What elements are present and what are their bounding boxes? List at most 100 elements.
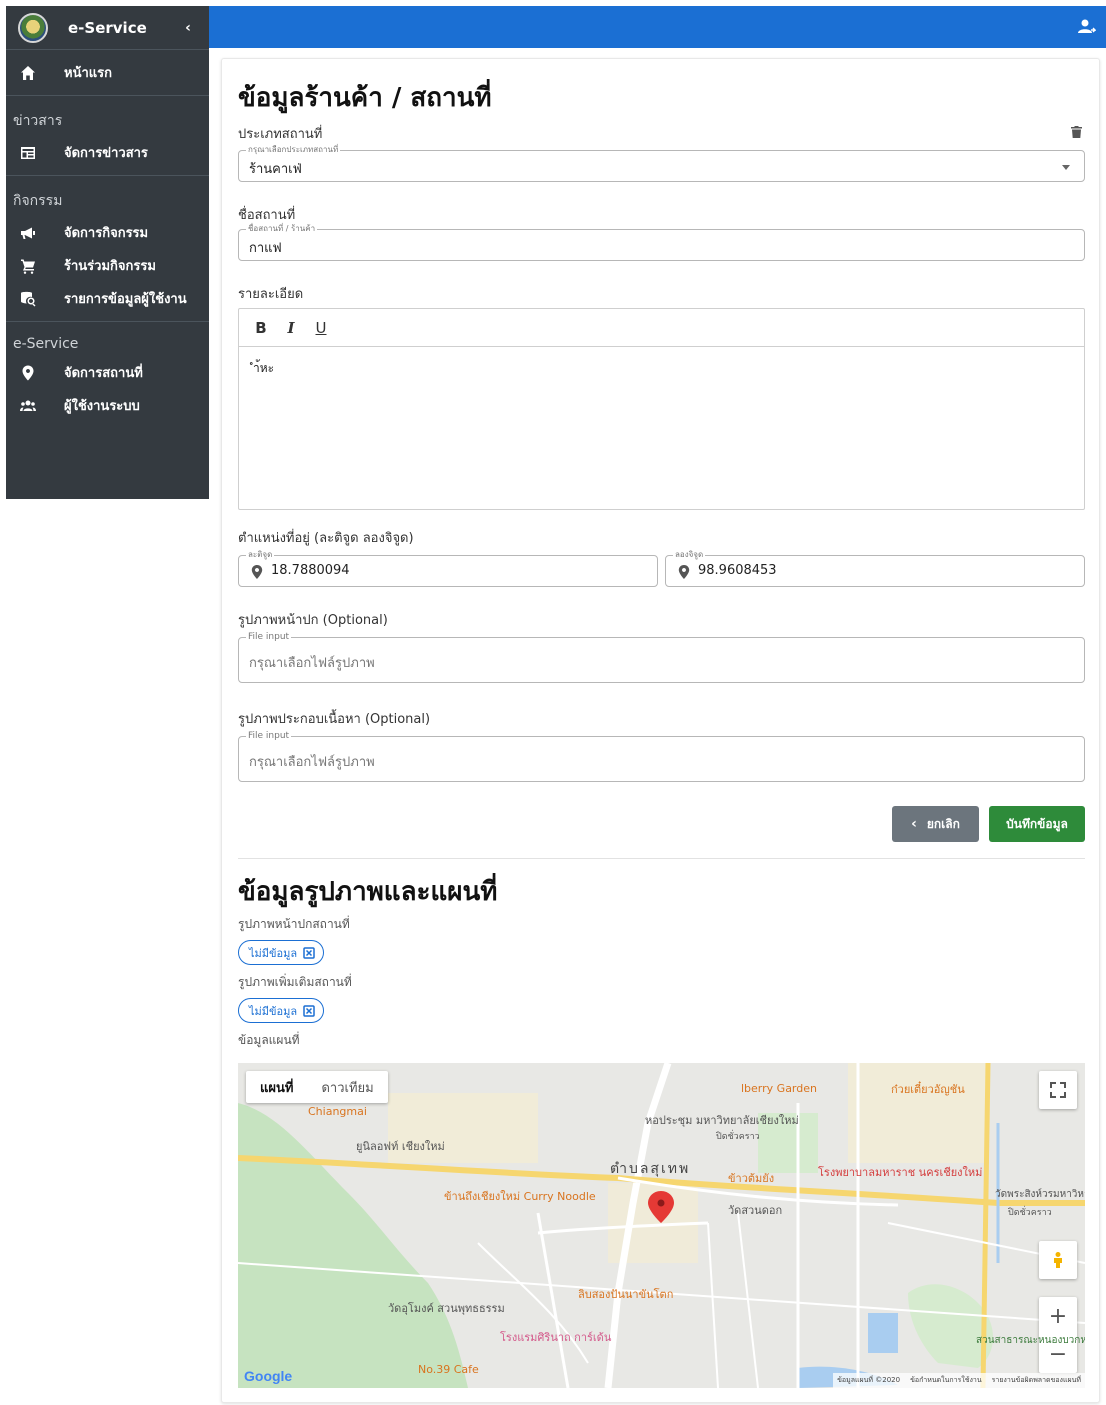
map-label-chiangmai: Chiangmai — [308, 1105, 367, 1118]
place-name-label: ชื่อสถานที่ — [238, 208, 296, 223]
sidebar-item-manage-news[interactable]: จัดการข่าวสาร — [6, 136, 209, 169]
sidebar-item-label: จัดการสถานที่ — [64, 366, 143, 381]
underline-button[interactable]: U — [313, 319, 329, 337]
cover-place-label: รูปภาพหน้าปกสถานที่ — [238, 917, 350, 931]
map-label-suandok: วัดสวนดอก — [728, 1204, 783, 1217]
user-logout-icon[interactable] — [1078, 18, 1097, 36]
map-label-berry: lberry Garden — [741, 1082, 817, 1095]
map-pin-icon — [20, 365, 36, 381]
detail-label: รายละเอียด — [238, 287, 304, 302]
sidebar-collapse-icon[interactable]: ‹ — [179, 20, 197, 36]
nav-header: e-Service — [13, 336, 79, 352]
home-icon — [20, 65, 36, 81]
map-label-curry: ข้านถึงเชียงใหม่ Curry Noodle — [444, 1190, 596, 1203]
sidebar-item-home[interactable]: หน้าแรก — [6, 50, 209, 96]
map-label-subdistrict: ตำบลสุเทพ — [610, 1161, 691, 1177]
map-label-umong: วัดอุโมงค์ สวนพุทธธรรม — [388, 1302, 505, 1315]
google-logo: Google — [244, 1368, 293, 1384]
map-label-hall-sub: ปิดชั่วคราว — [716, 1132, 760, 1142]
megaphone-icon — [20, 225, 36, 241]
nav-group-activity: กิจกรรม จัดการกิจกรรม ร้านร่วมกิจกรรม รา… — [6, 176, 209, 322]
map-label-phrasing: วัดพระสิงห์วรมหาวิหาร — [995, 1189, 1085, 1200]
map-label-cafe: No.39 Cafe — [418, 1363, 479, 1376]
place-type-value: ร้านคาเฟ่ — [249, 162, 302, 177]
extra-empty-chip[interactable]: ไม่มีข้อมูล — [238, 998, 325, 1023]
sidebar-item-label: จัดการข่าวสาร — [64, 146, 148, 161]
users-icon — [20, 398, 36, 414]
map-data-label: ข้อมูลแผนที่ — [238, 1033, 300, 1047]
cart-icon — [20, 258, 36, 274]
sidebar-item-user-data[interactable]: รายการข้อมูลผู้ใช้งาน — [6, 282, 209, 315]
map-label-hall: หอประชุม มหาวิทยาลัยเชียงใหม่ — [645, 1114, 799, 1127]
location-label: ตำแหน่งที่อยู่ (ละติจูด ลองจิจูด) — [238, 531, 414, 546]
map-label-phrasing-sub: ปิดชั่วคราว — [1008, 1208, 1052, 1218]
google-map[interactable]: แผนที่ ดาวเทียม + − Chiangmai lberry Gar… — [238, 1063, 1085, 1388]
sidebar-item-manage-places[interactable]: จัดการสถานที่ — [6, 356, 209, 389]
extra-image-label: รูปภาพเพิ่มเติมสถานที่ — [238, 975, 352, 989]
sidebar-item-label: จัดการกิจกรรม — [64, 226, 149, 241]
cover-image-label: รูปภาพหน้าปก (Optional) — [238, 613, 388, 628]
place-name-value: กาแฟ — [249, 241, 282, 256]
nav-group-eservice: e-Service จัดการสถานที่ ผู้ใช้งานระบบ — [6, 322, 209, 422]
map-type-roadmap[interactable]: แผนที่ — [246, 1071, 307, 1103]
map-attribution-data: ข้อมูลแผนที่ ©2020 — [837, 1376, 901, 1384]
map-type-satellite[interactable]: ดาวเทียม — [307, 1071, 387, 1103]
latitude-value: 18.7880094 — [271, 563, 350, 578]
map-terms-link[interactable]: ข้อกำหนดในการใช้งาน — [910, 1375, 982, 1386]
sidebar-item-system-users[interactable]: ผู้ใช้งานระบบ — [6, 389, 209, 422]
italic-button[interactable]: I — [283, 319, 299, 337]
image-off-icon — [303, 1004, 315, 1017]
map-marker-icon — [678, 564, 690, 579]
cancel-button-label: ยกเลิก — [926, 816, 960, 831]
sidebar-item-manage-activity[interactable]: จัดการกิจกรรม — [6, 216, 209, 249]
chip-label: ไม่มีข้อมูล — [249, 1004, 298, 1018]
nav-header: กิจกรรม — [13, 193, 63, 209]
place-type-select[interactable]: กรุณาเลือกประเภทสถานที่ ร้านคาเฟ่ — [238, 145, 1085, 182]
content-file-input[interactable]: File input กรุณาเลือกไฟล์รูปภาพ — [238, 731, 1085, 782]
sidebar-item-label: ผู้ใช้งานระบบ — [64, 399, 140, 414]
longitude-value: 98.9608453 — [698, 563, 777, 578]
sidebar-item-partner-shops[interactable]: ร้านร่วมกิจกรรม — [6, 249, 209, 282]
sidebar-item-label: รายการข้อมูลผู้ใช้งาน — [64, 292, 187, 307]
map-type-control: แผนที่ ดาวเทียม — [246, 1071, 388, 1103]
detail-textarea[interactable]: ำ้หะ — [239, 347, 1084, 509]
longitude-input[interactable]: ลองจิจูด 98.9608453 — [665, 550, 1085, 587]
place-name-input[interactable]: ชื่อสถานที่ / ร้านค้า กาแฟ — [238, 224, 1085, 261]
chip-label: ไม่มีข้อมูล — [249, 946, 298, 960]
brand-logo — [18, 12, 48, 43]
newspaper-icon — [20, 145, 36, 161]
cover-empty-chip[interactable]: ไม่มีข้อมูล — [238, 940, 325, 965]
map-report-link[interactable]: รายงานข้อผิดพลาดของแผนที่ — [992, 1375, 1081, 1386]
page-title: ข้อมูลร้านค้า / สถานที่ — [238, 83, 492, 113]
longitude-legend: ลองจิจูด — [673, 550, 706, 560]
map-label-noodle-shop: ก๋วยเตี๋ยวอัญชัน — [891, 1083, 965, 1096]
save-button[interactable]: บันทึกข้อมูล — [989, 806, 1085, 842]
media-section-title: ข้อมูลรูปภาพและแผนที่ — [238, 877, 498, 907]
editor-toolbar: B I U — [239, 309, 1084, 347]
place-type-label: ประเภทสถานที่ — [238, 127, 323, 142]
detail-editor: B I U ำ้หะ — [238, 308, 1085, 510]
sidebar-item-label: หน้าแรก — [64, 66, 112, 81]
map-label-unilov: ยูนิลอฟท์ เชียงใหม่ — [356, 1140, 445, 1153]
map-attribution: ข้อมูลแผนที่ ©2020 ข้อกำหนดในการใช้งาน ร… — [833, 1373, 1085, 1388]
street-view-icon[interactable] — [1039, 1241, 1077, 1279]
brand-name: e-Service — [68, 18, 147, 37]
trash-icon[interactable] — [1071, 123, 1082, 138]
map-marker-icon — [251, 564, 263, 579]
bold-button[interactable]: B — [253, 319, 269, 337]
place-form-card: ข้อมูลร้านค้า / สถานที่ ประเภทสถานที่ กร… — [221, 58, 1100, 1403]
content-image-label: รูปภาพประกอบเนื้อหา (Optional) — [238, 712, 431, 727]
map-label-kanom: ลิบสองปันนาขันโตก — [578, 1288, 674, 1301]
nav-header: ข่าวสาร — [13, 113, 63, 129]
chevron-down-icon — [1062, 165, 1070, 170]
map-label-hospital: โรงพยาบาลมหาราช นครเชียงใหม่ — [818, 1166, 983, 1179]
cover-file-input[interactable]: File input กรุณาเลือกไฟล์รูปภาพ — [238, 632, 1085, 683]
chevron-left-icon: ‹ — [911, 816, 917, 832]
zoom-in-button[interactable]: + — [1039, 1297, 1077, 1335]
latitude-input[interactable]: ละติจูด 18.7880094 — [238, 550, 658, 587]
sidebar: e-Service ‹ หน้าแรก ข่าวสาร จัดการข่าวสา… — [6, 6, 209, 499]
fullscreen-icon[interactable] — [1039, 1071, 1077, 1109]
search-database-icon — [20, 291, 36, 307]
top-navbar — [209, 6, 1106, 48]
cancel-button[interactable]: ‹ ยกเลิก — [892, 806, 979, 842]
